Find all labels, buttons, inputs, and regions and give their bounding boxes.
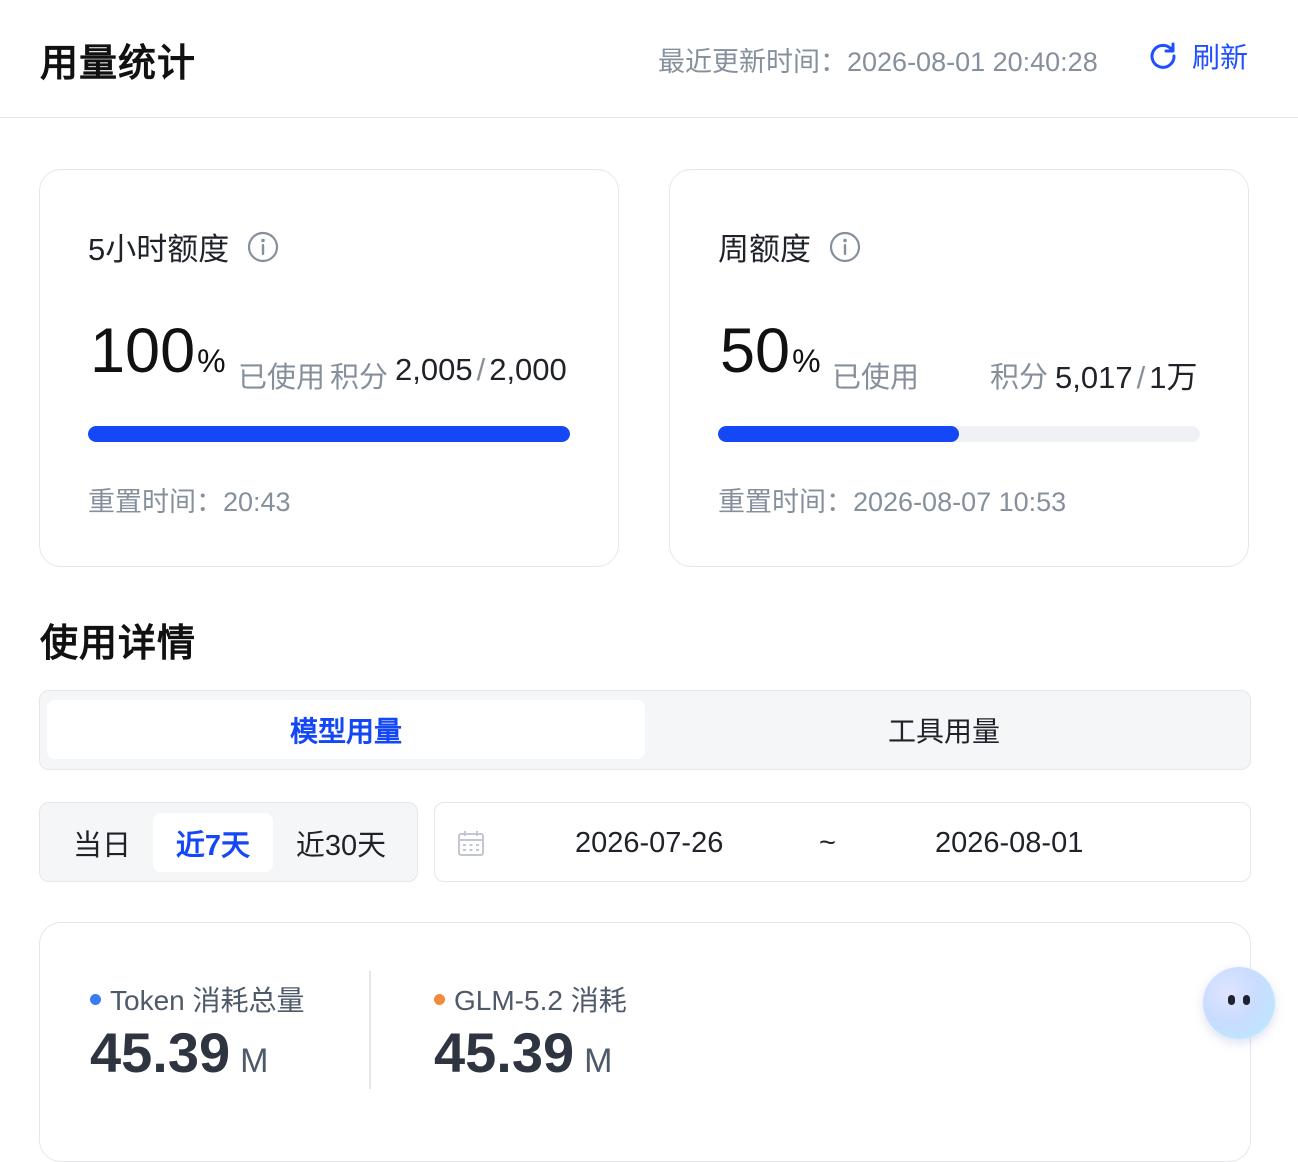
stat-value-token-total: 45.39 M [90, 1025, 268, 1081]
stat-unit: M [240, 1042, 269, 1080]
calendar-icon [457, 829, 485, 862]
usage-percent-value: 50 [720, 316, 791, 386]
date-end[interactable]: 2026-08-01 [935, 827, 1083, 860]
stat-label-token-total: Token 消耗总量 [90, 979, 305, 1019]
stat-label-text: Token 消耗总量 [110, 985, 305, 1016]
points-value: 5,017/1万 [1055, 352, 1197, 397]
percent-unit: % [197, 343, 226, 379]
divider [369, 971, 371, 1089]
eye-icon [1228, 995, 1235, 1005]
stat-label-glm: GLM-5.2 消耗 [434, 979, 627, 1019]
quota-card-5h: 5小时额度 100% 已使用 积分 2,005/2,000 重置时间：20:43 [39, 169, 619, 567]
points-value: 2,005/2,000 [395, 352, 567, 388]
refresh-button[interactable]: 刷新 [1148, 38, 1248, 74]
progress-bar [718, 426, 1200, 442]
quota-card-weekly: 周额度 50% 已使用 积分 5,017/1万 重置时间：2026-08-07 … [669, 169, 1249, 567]
stat-label-text: GLM-5.2 消耗 [454, 985, 627, 1016]
range-7-days[interactable]: 近7天 [153, 813, 273, 872]
reset-time: 重置时间：2026-08-07 10:53 [718, 487, 1067, 517]
percent-unit: % [792, 343, 821, 379]
eye-icon [1243, 995, 1250, 1005]
date-separator: ~ [819, 827, 836, 859]
header: 用量统计 最近更新时间：2026-08-01 20:40:28 刷新 [0, 0, 1298, 118]
quota-card-title: 周额度 [718, 224, 861, 269]
tab-model-usage[interactable]: 模型用量 [47, 700, 645, 759]
reset-time: 重置时间：20:43 [88, 487, 291, 517]
date-start[interactable]: 2026-07-26 [575, 827, 723, 860]
info-icon[interactable] [829, 231, 861, 263]
range-today[interactable]: 当日 [54, 813, 150, 872]
points-label: 积分 [330, 362, 389, 394]
range-tabs: 当日 近7天 近30天 [39, 802, 418, 882]
points-label: 积分 [990, 362, 1049, 394]
last-updated-text: 最近更新时间：2026-08-01 20:40:28 [658, 47, 1098, 77]
points-total: 1万 [1149, 360, 1198, 395]
usage-type-tabs: 模型用量 工具用量 [39, 690, 1251, 770]
points-total: 2,000 [489, 352, 567, 387]
stat-number: 45.39 [434, 1021, 575, 1084]
tab-tool-usage[interactable]: 工具用量 [645, 700, 1243, 759]
used-label: 已使用 [238, 362, 326, 394]
points-separator: / [1136, 360, 1146, 395]
used-label: 已使用 [832, 362, 920, 394]
quota-title-text: 5小时额度 [88, 232, 230, 267]
quota-card-title: 5小时额度 [88, 224, 279, 269]
points-separator: / [476, 352, 486, 387]
info-icon[interactable] [247, 231, 279, 263]
stat-number: 45.39 [90, 1021, 231, 1084]
date-range-picker[interactable]: 2026-07-26 ~ 2026-08-01 [434, 802, 1251, 882]
dot-icon [434, 993, 445, 1005]
page-title: 用量统计 [40, 43, 197, 85]
progress-fill [718, 426, 959, 442]
points-used: 2,005 [395, 352, 473, 387]
section-title: 使用详情 [40, 623, 197, 665]
quota-title-text: 周额度 [718, 232, 811, 267]
usage-percent: 100% [90, 320, 226, 383]
stat-value-glm: 45.39 M [434, 1025, 612, 1081]
dot-icon [90, 993, 101, 1005]
stat-unit: M [584, 1042, 613, 1080]
assistant-bubble-icon[interactable] [1203, 967, 1275, 1039]
usage-percent-value: 100 [90, 316, 196, 386]
range-30-days[interactable]: 近30天 [282, 813, 400, 872]
stats-card: Token 消耗总量 45.39 M GLM-5.2 消耗 45.39 M [39, 922, 1251, 1162]
progress-fill [88, 426, 570, 442]
refresh-label: 刷新 [1192, 42, 1249, 73]
refresh-icon [1150, 42, 1176, 69]
progress-bar [88, 426, 570, 442]
points-used: 5,017 [1055, 360, 1133, 395]
usage-percent: 50% [720, 320, 821, 383]
